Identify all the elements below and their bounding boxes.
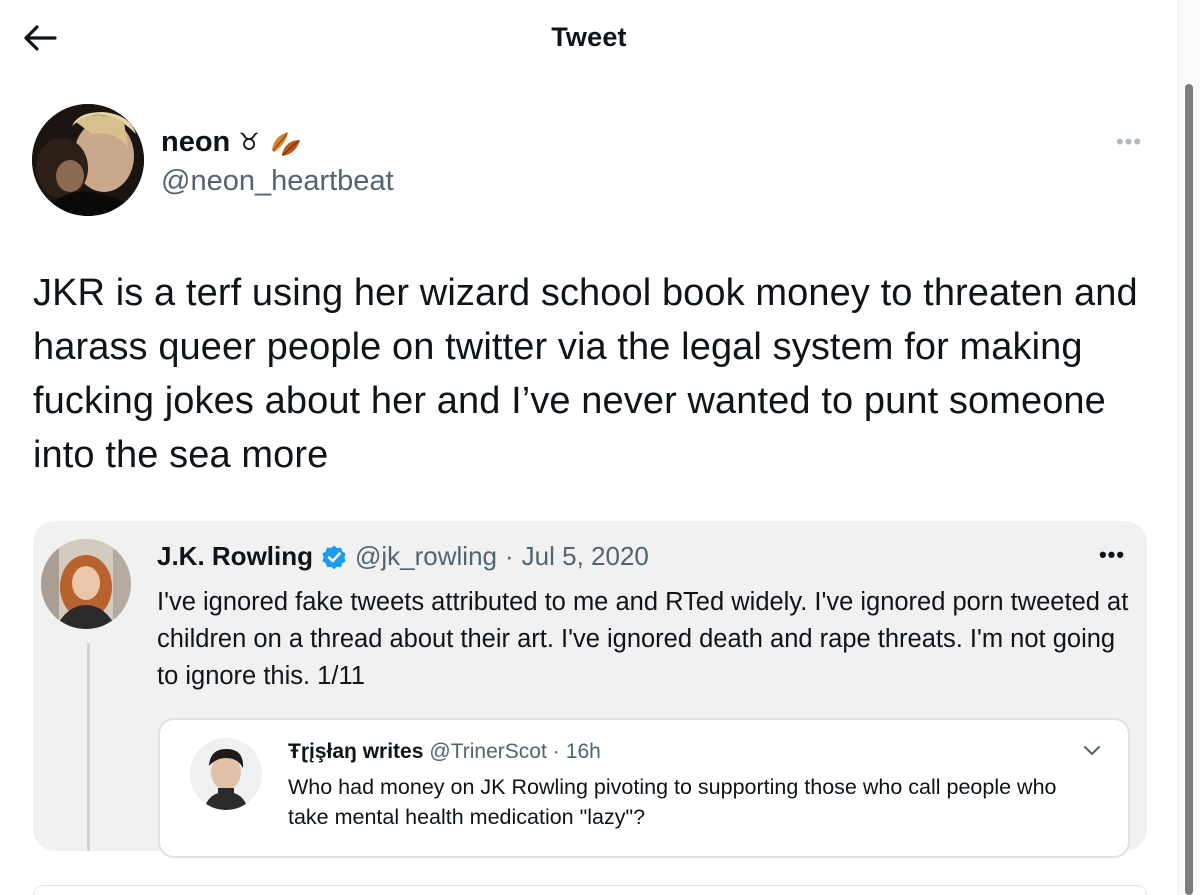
avatar-photo <box>190 738 262 810</box>
quoted-tweet-text: I've ignored fake tweets attributed to m… <box>157 588 1129 690</box>
quoted-tweet-date[interactable]: Jul 5, 2020 <box>522 541 649 572</box>
quoted-author-name[interactable]: J.K. Rowling <box>157 541 313 572</box>
page-title: Tweet <box>551 22 627 52</box>
separator-dot: · <box>505 541 514 571</box>
author-display-name: neon <box>161 126 231 158</box>
autumn-leaves-icon <box>271 131 300 156</box>
tweet-text: JKR is a terf using her wizard school bo… <box>33 272 1138 476</box>
quoted-author-avatar[interactable] <box>41 539 131 629</box>
tweet-page: Tweet neon ♉︎ @neon_heartbeat ••• JKR is… <box>0 0 1200 895</box>
scrollbar[interactable] <box>1178 0 1200 895</box>
nested-tweet-header: Ŧɽįşłaŋ writes @TrinerScot · 16h <box>288 740 601 764</box>
nested-author-name[interactable]: Ŧɽįşłaŋ writes <box>288 740 423 764</box>
nested-tweet-time[interactable]: 16h <box>566 740 601 764</box>
quoted-tweet-header: J.K. Rowling @jk_rowling · Jul 5, 2020 <box>157 541 649 572</box>
chevron-down-icon <box>1084 746 1100 755</box>
separator-dot: · <box>552 740 560 763</box>
thread-connector-line <box>87 643 90 851</box>
quoted-tweet-card[interactable]: J.K. Rowling @jk_rowling · Jul 5, 2020 •… <box>33 521 1147 858</box>
verified-badge-icon <box>322 545 346 569</box>
nested-author-handle[interactable]: @TrinerScot <box>429 740 546 764</box>
nested-quoted-tweet[interactable]: Ŧɽįşłaŋ writes @TrinerScot · 16h Who had… <box>158 718 1130 858</box>
more-horizontal-icon: ••• <box>1098 542 1126 567</box>
avatar-photo <box>41 539 131 629</box>
top-bar: Tweet <box>0 0 1178 80</box>
author-handle[interactable]: @neon_heartbeat <box>161 165 394 198</box>
quoted-author-handle[interactable]: @jk_rowling <box>355 541 497 572</box>
avatar-photo <box>32 104 144 216</box>
nested-tweet-text: Who had money on JK Rowling pivoting to … <box>288 775 1057 829</box>
nested-options-button[interactable] <box>1080 740 1104 760</box>
taurus-symbol: ♉︎ <box>238 129 260 156</box>
quoted-more-options-button[interactable]: ••• <box>1095 542 1129 567</box>
more-options-button[interactable]: ••• <box>1112 129 1146 154</box>
scrollbar-thumb[interactable] <box>1185 84 1193 895</box>
author-name[interactable]: neon ♉︎ <box>161 126 302 159</box>
more-horizontal-icon: ••• <box>1115 129 1143 154</box>
next-card-edge <box>33 885 1147 895</box>
author-avatar[interactable] <box>32 104 144 216</box>
nested-author-avatar[interactable] <box>190 738 262 810</box>
